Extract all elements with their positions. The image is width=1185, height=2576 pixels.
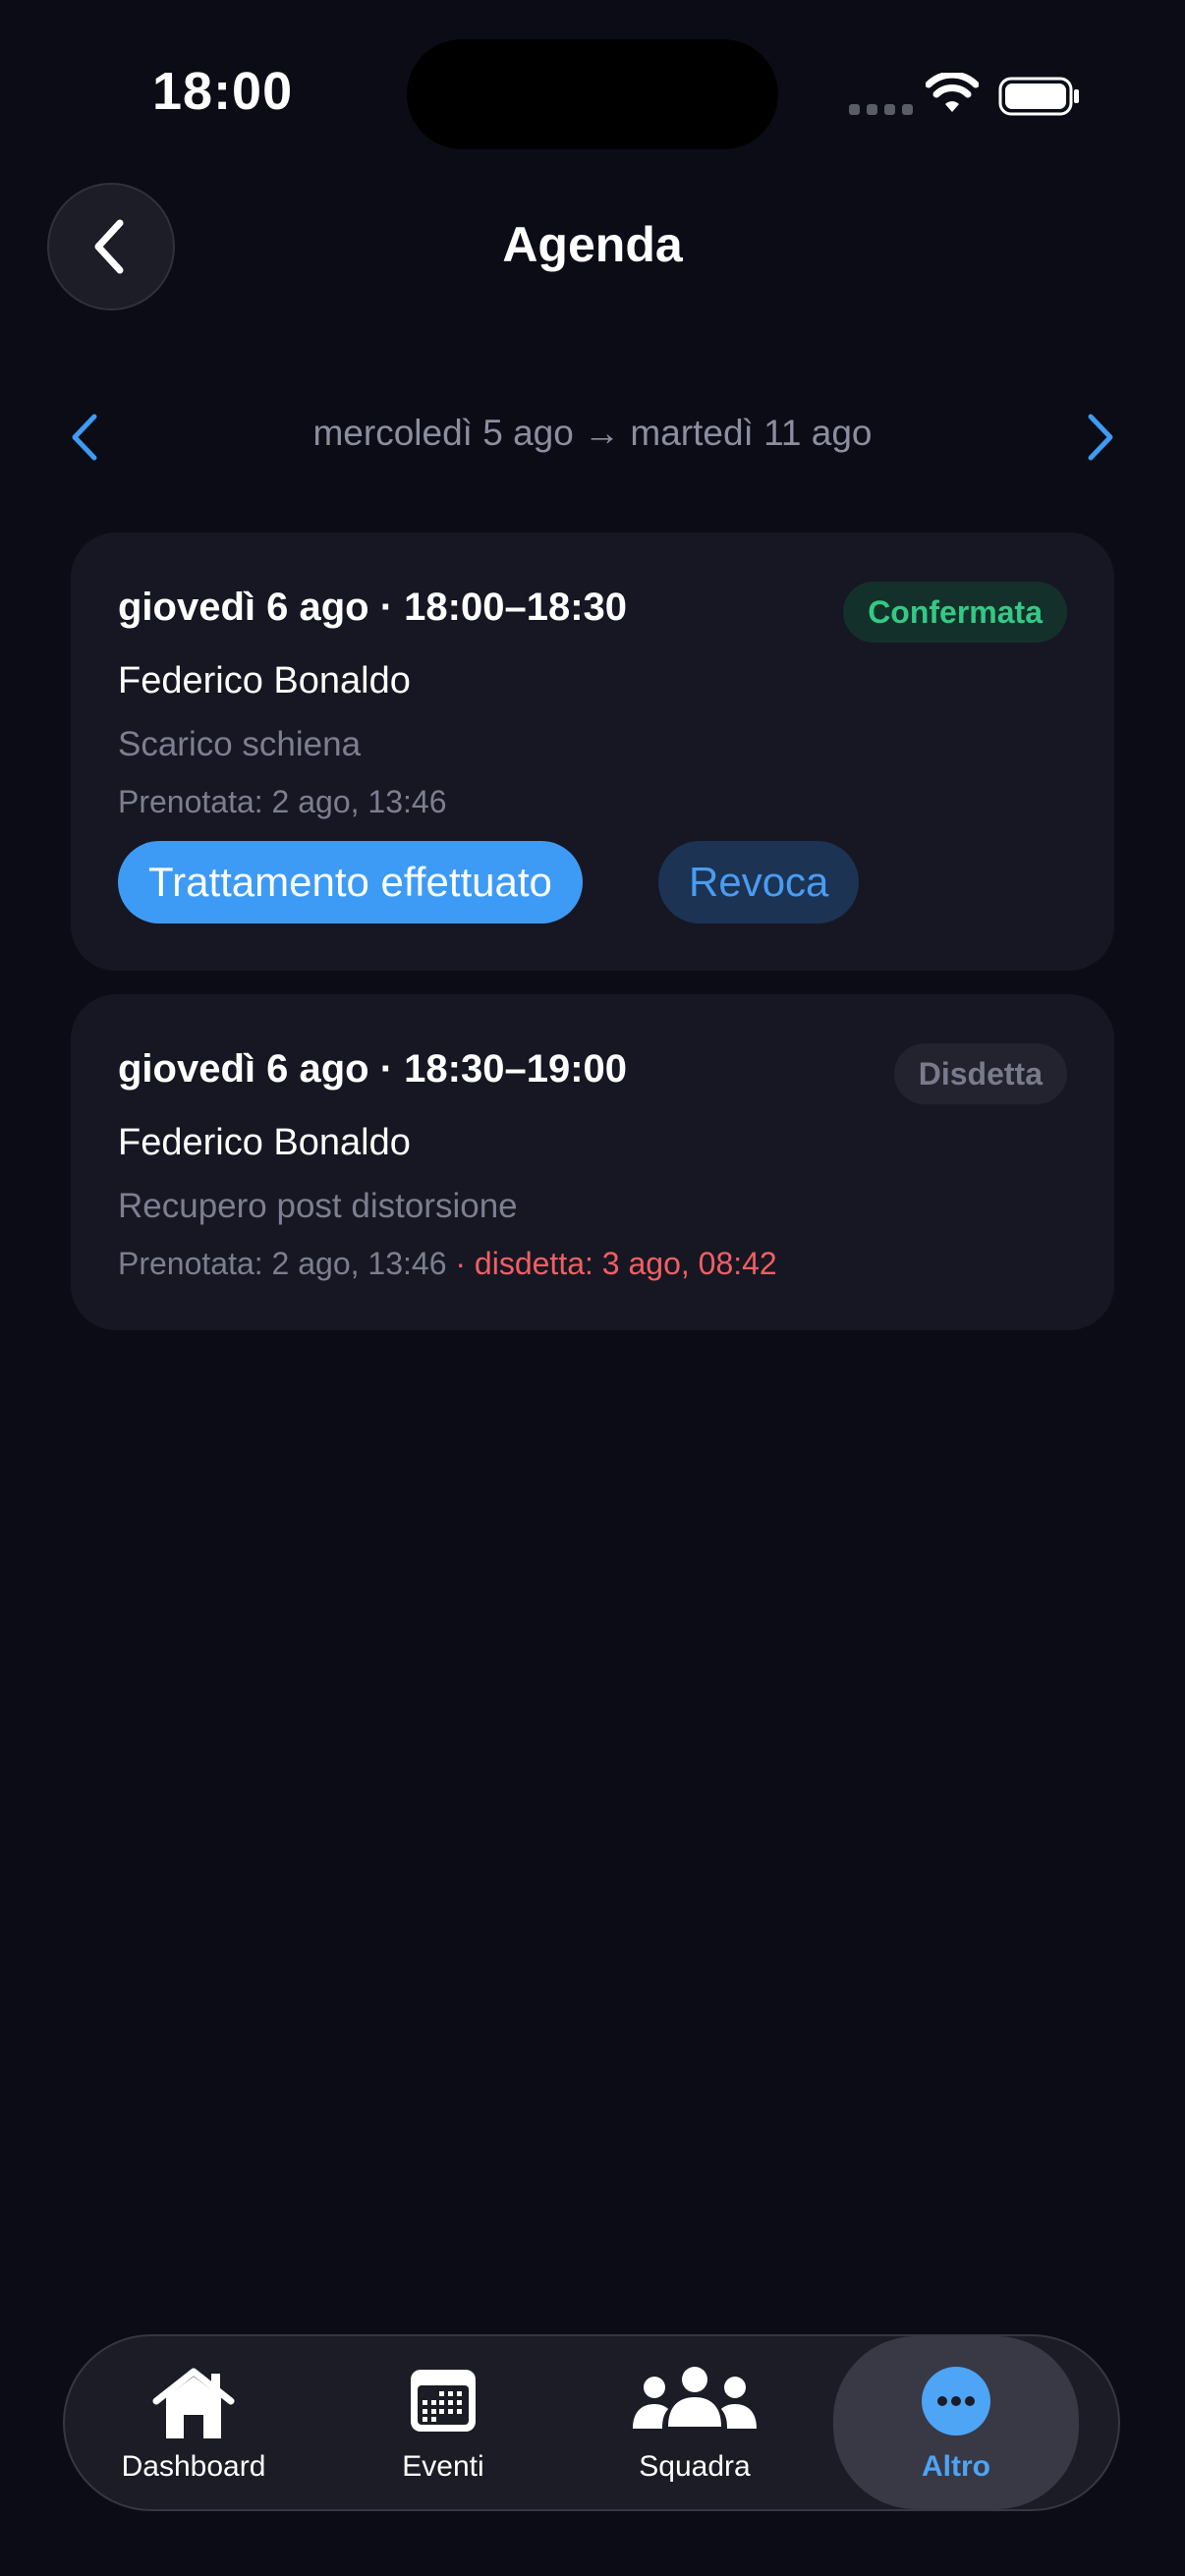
status-time: 18:00 bbox=[152, 62, 294, 121]
wifi-icon bbox=[926, 73, 979, 112]
page-title: Agenda bbox=[502, 217, 683, 272]
appointment-card[interactable]: giovedì 6 ago · 18:00–18:30 Confermata F… bbox=[71, 532, 1114, 971]
booking-info: Prenotata: 2 ago, 13:46 bbox=[118, 784, 447, 819]
status-badge: Confermata bbox=[843, 582, 1067, 643]
tab-altro[interactable]: Altro bbox=[833, 2336, 1079, 2509]
dynamic-island bbox=[407, 39, 778, 149]
tab-label: Squadra bbox=[639, 2450, 751, 2483]
booking-date: Prenotata: 2 ago, 13:46 bbox=[118, 1246, 447, 1281]
patient-name: Federico Bonaldo bbox=[118, 660, 411, 701]
appointment-datetime: giovedì 6 ago · 18:30–19:00 bbox=[118, 1047, 628, 1091]
tab-label: Dashboard bbox=[121, 2450, 266, 2483]
appointment-card[interactable]: giovedì 6 ago · 18:30–19:00 Disdetta Fed… bbox=[71, 994, 1114, 1330]
tab-bar: Dashboard Eventi Squadra Altro bbox=[63, 2334, 1120, 2511]
booking-info: Prenotata: 2 ago, 13:46 · disdetta: 3 ag… bbox=[118, 1246, 777, 1282]
tab-squadra[interactable]: Squadra bbox=[572, 2336, 818, 2509]
people-icon bbox=[633, 2367, 757, 2429]
tab-label: Altro bbox=[922, 2450, 990, 2483]
appointment-datetime: giovedì 6 ago · 18:00–18:30 bbox=[118, 586, 628, 629]
appointment-description: Recupero post distorsione bbox=[118, 1187, 518, 1225]
calendar-icon bbox=[411, 2370, 476, 2432]
house-icon bbox=[152, 2368, 235, 2438]
appointment-description: Scarico schiena bbox=[118, 725, 362, 763]
next-week-button[interactable] bbox=[1075, 411, 1124, 464]
revoke-button[interactable]: Revoca bbox=[658, 841, 860, 924]
ellipsis-circle-icon bbox=[922, 2367, 990, 2436]
cancellation-date: · disdetta: 3 ago, 08:42 bbox=[455, 1246, 777, 1281]
tab-dashboard[interactable]: Dashboard bbox=[71, 2336, 316, 2509]
status-badge: Disdetta bbox=[893, 1043, 1067, 1104]
tab-eventi[interactable]: Eventi bbox=[320, 2336, 566, 2509]
tab-label: Eventi bbox=[402, 2450, 484, 2483]
treatment-done-button[interactable]: Trattamento effettuato bbox=[118, 841, 583, 924]
patient-name: Federico Bonaldo bbox=[118, 1122, 411, 1163]
battery-icon bbox=[998, 77, 1079, 116]
date-range-label: mercoledì 5 ago → martedì 11 ago bbox=[312, 413, 873, 453]
cellular-signal-icon bbox=[849, 104, 913, 115]
